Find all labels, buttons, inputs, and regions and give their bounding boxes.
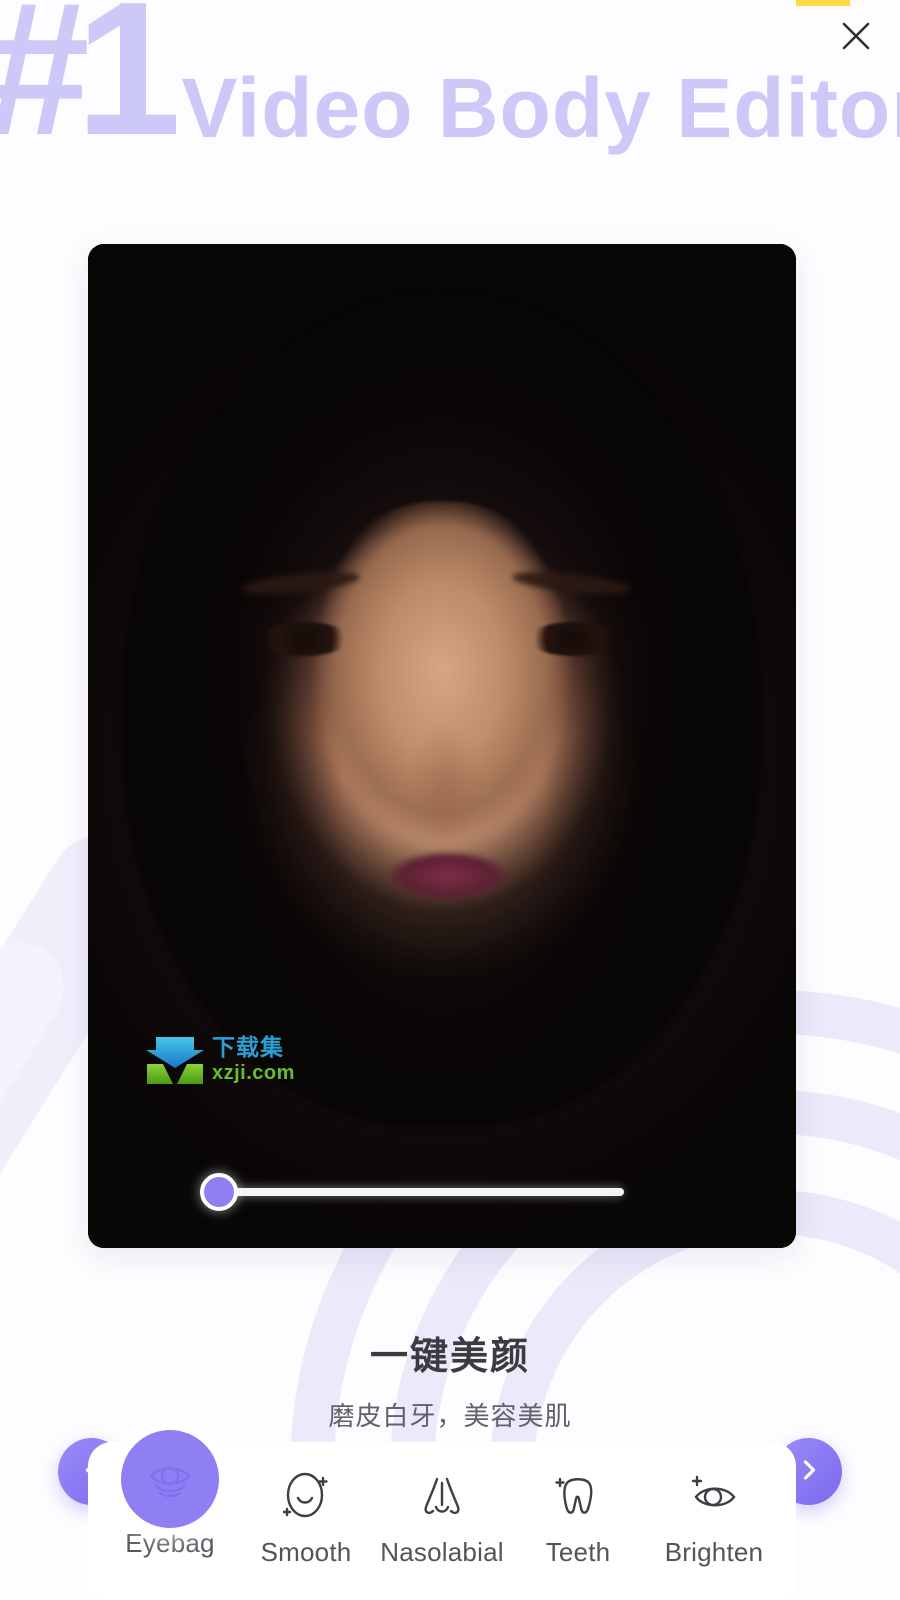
- smooth-face-icon: [275, 1465, 337, 1527]
- portrait-nose: [402, 684, 488, 834]
- tool-label: Eyebag: [125, 1527, 215, 1558]
- slider-thumb[interactable]: [200, 1173, 238, 1211]
- tool-label: Smooth: [260, 1536, 352, 1567]
- onboarding-screen: #1 Video Body Editor 下载集 xzji.com Eyebag…: [0, 0, 900, 1600]
- close-button[interactable]: [834, 14, 878, 58]
- headline: #1 Video Body Editor: [0, 0, 900, 164]
- video-preview-card[interactable]: 下载集 xzji.com: [88, 244, 796, 1248]
- tool-teeth[interactable]: Teeth: [516, 1465, 640, 1568]
- caption-title: 一键美颜: [369, 1334, 530, 1378]
- watermark-cn: 下载集: [212, 1035, 284, 1061]
- tool-label: Brighten: [664, 1536, 764, 1567]
- close-icon: [839, 19, 873, 53]
- slider-track[interactable]: [218, 1188, 624, 1196]
- xzji-logo-icon: [146, 1034, 204, 1086]
- caption-subtitle: 磨皮白牙，美容美肌: [328, 1402, 572, 1432]
- caption-block: 一键美颜 磨皮白牙，美容美肌: [0, 1325, 900, 1433]
- tool-label: Nasolabial: [380, 1536, 504, 1567]
- eyebag-icon: [121, 1429, 219, 1528]
- watermark-en: xzji.com: [212, 1062, 295, 1084]
- tool-nasolabial[interactable]: Nasolabial: [380, 1465, 504, 1568]
- chevron-right-icon: [796, 1457, 822, 1486]
- portrait-eye-left: [258, 622, 350, 656]
- portrait-lips: [374, 844, 522, 908]
- brighten-eye-icon: [683, 1465, 745, 1527]
- tool-label: Teeth: [545, 1536, 611, 1567]
- tool-eyebag[interactable]: Eyebag: [108, 1429, 232, 1559]
- beauty-toolbar: Eyebag Smooth Nasolabial Teeth Brighten: [88, 1429, 796, 1600]
- accent-bar: [796, 0, 850, 6]
- tool-smooth[interactable]: Smooth: [244, 1465, 368, 1568]
- nose-icon: [411, 1465, 473, 1527]
- tool-brighten[interactable]: Brighten: [652, 1465, 776, 1568]
- headline-rank: #1: [0, 0, 181, 175]
- video-frame: [88, 244, 796, 1248]
- intensity-slider[interactable]: [200, 1173, 624, 1211]
- watermark: 下载集 xzji.com: [146, 1034, 295, 1086]
- tooth-icon: [547, 1465, 609, 1527]
- portrait-eye-right: [528, 622, 620, 656]
- headline-tagline: Video Body Editor: [181, 61, 900, 155]
- watermark-text: 下载集 xzji.com: [212, 1035, 295, 1084]
